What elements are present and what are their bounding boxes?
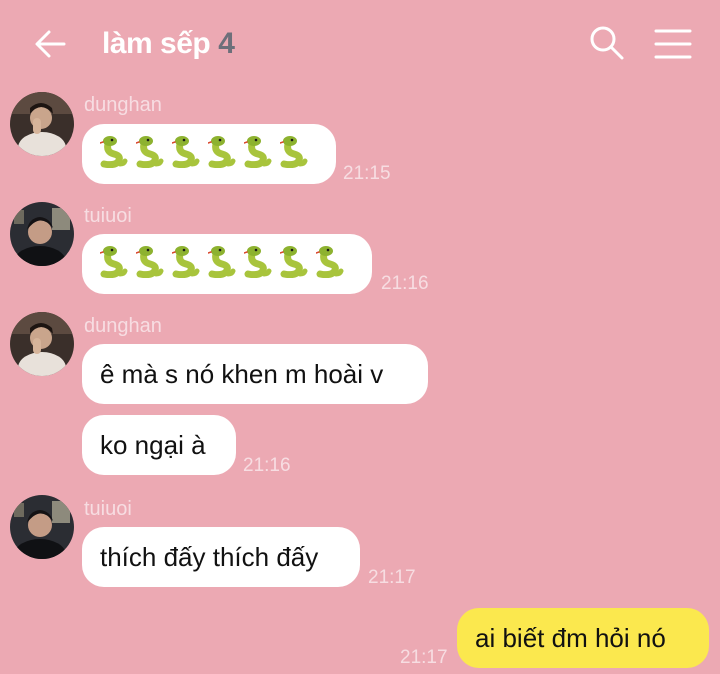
snake-emoji-icon [279,244,308,285]
avatar-dunghan[interactable] [10,312,74,376]
snake-emoji-icon [243,134,272,175]
message-time: 21:17 [368,567,416,588]
message-time: 21:15 [343,163,391,184]
message-text: ko ngại à [100,429,206,460]
sender-name: dunghan [84,94,162,116]
search-button[interactable] [588,24,626,62]
snake-emoji-icon [135,134,164,175]
message-text: ai biết đm hỏi nó [475,622,666,653]
snake-emoji-icon [135,244,164,285]
sender-name: tuiuoi [84,205,132,227]
message-text: thích đấy thích đấy [100,541,319,572]
snake-emoji-icon [171,244,200,285]
chat-title: làm sếp 4 [102,27,235,61]
sender-name: dunghan [84,315,162,337]
my-message-bubble[interactable]: ai biết đm hỏi nó [457,608,709,668]
avatar-tuiuoi[interactable] [10,495,74,559]
message-bubble[interactable] [82,124,336,184]
message-bubble[interactable]: thích đấy thích đấy [82,527,360,587]
sender-name: tuiuoi [84,498,132,520]
message-time: 21:16 [381,273,429,294]
snake-emoji-icon [207,134,236,175]
hamburger-menu-icon [654,29,692,59]
message-bubble[interactable]: ko ngại à [82,415,236,475]
search-icon [590,26,624,60]
snake-emoji-icon [279,134,308,175]
message-bubble[interactable]: ê mà s nó khen m hoài v [82,344,428,404]
arrow-left-icon [35,30,66,58]
message-time: 21:17 [400,647,448,668]
message-time: 21:16 [243,455,291,476]
message-text: ê mà s nó khen m hoài v [100,358,384,389]
message-bubble[interactable] [82,234,372,294]
group-name: làm sếp [102,27,211,60]
avatar-tuiuoi[interactable] [10,202,74,266]
snake-emoji-icon [171,134,200,175]
emoji-row [99,134,308,175]
back-button[interactable] [30,24,70,64]
chat-header: làm sếp 4 [0,0,720,88]
member-count: 4 [218,27,235,60]
snake-emoji-icon [99,134,128,175]
snake-emoji-icon [99,244,128,285]
snake-emoji-icon [243,244,272,285]
menu-button[interactable] [654,28,692,60]
emoji-row [99,244,344,285]
snake-emoji-icon [315,244,344,285]
snake-emoji-icon [207,244,236,285]
avatar-dunghan[interactable] [10,92,74,156]
